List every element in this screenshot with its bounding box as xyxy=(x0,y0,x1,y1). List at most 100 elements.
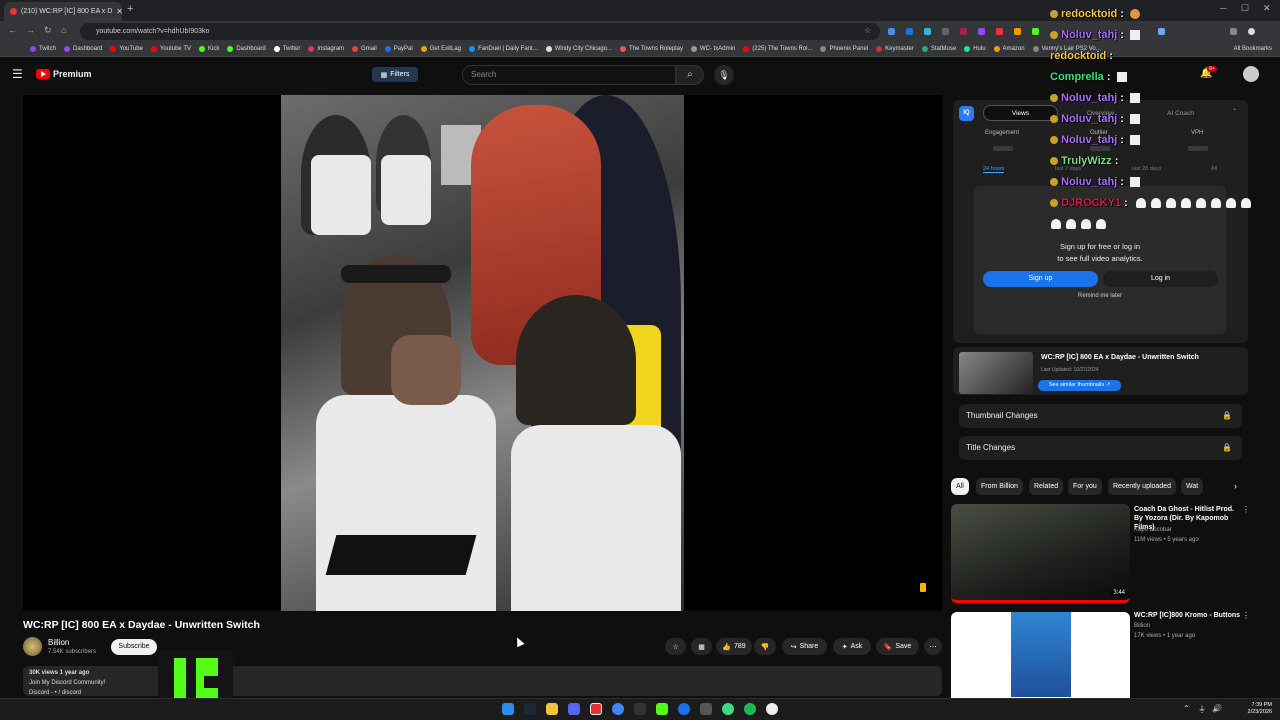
reload-icon[interactable]: ↻ xyxy=(44,25,52,36)
bookmark-item[interactable]: YouTube xyxy=(110,46,143,52)
bookmark-item[interactable]: Twitch xyxy=(30,46,56,52)
channel-avatar[interactable] xyxy=(23,637,42,656)
bookmark-item[interactable]: Kick xyxy=(198,46,219,52)
bookmark-item[interactable]: The Towns Roleplay xyxy=(620,46,683,52)
obs-icon[interactable] xyxy=(766,703,778,715)
chip-watched[interactable]: Wat xyxy=(1181,478,1204,495)
rec-thumbnail[interactable] xyxy=(951,612,1130,711)
all-bookmarks[interactable]: All Bookmarks xyxy=(1234,46,1272,52)
search-button[interactable]: ⌕ xyxy=(676,65,704,85)
chevron-right-icon[interactable]: › xyxy=(1234,481,1237,491)
ask-button[interactable]: ✦ Ask xyxy=(833,638,871,655)
profile-icon[interactable] xyxy=(1158,28,1165,35)
app-icon[interactable] xyxy=(678,703,690,715)
bookmark-item[interactable]: Phoenix Panel xyxy=(820,46,868,52)
hamburger-menu-icon[interactable]: ☰ xyxy=(12,67,23,81)
bookmark-item[interactable]: Instagram xyxy=(308,46,344,52)
minimize-button[interactable]: ─ xyxy=(1220,3,1226,13)
close-tab-icon[interactable]: ✕ xyxy=(116,7,122,16)
bookmark-item[interactable]: Youtube TV xyxy=(150,46,191,52)
bookmark-item[interactable]: Windy City Chicago... xyxy=(545,46,612,52)
rec-more-icon[interactable]: ⋮ xyxy=(1242,611,1250,620)
subscribe-button[interactable]: Subscribe xyxy=(111,639,157,655)
avatar[interactable] xyxy=(1243,66,1259,82)
share-button[interactable]: ↪ Share xyxy=(782,638,827,655)
bookmark-star-icon[interactable]: ☆ xyxy=(864,26,871,35)
remind-later-link[interactable]: Remind me later xyxy=(1040,293,1160,299)
dislike-button[interactable]: 👎 xyxy=(754,638,776,655)
premium-logo-text[interactable]: Premium xyxy=(53,69,92,79)
extension-icon[interactable] xyxy=(906,28,913,35)
bookmark-item[interactable]: FanDuel | Daily Fant... xyxy=(469,46,538,52)
bookmark-item[interactable]: (225) The Towns Rol... xyxy=(743,46,812,52)
file-explorer-icon[interactable] xyxy=(546,703,558,715)
vidiq-tab-views[interactable]: Views xyxy=(983,105,1058,121)
bookmark-item[interactable]: Dashboard xyxy=(64,46,102,52)
filters-button[interactable]: ▦ Filters xyxy=(372,67,418,82)
search-input[interactable]: Search xyxy=(462,65,676,85)
thumbnail-changes-row[interactable]: Thumbnail Changes 🔒 xyxy=(959,404,1242,428)
app-icon[interactable] xyxy=(722,703,734,715)
bookmark-item[interactable]: PayPal xyxy=(384,46,413,52)
video-player[interactable] xyxy=(23,95,942,611)
chip-from-billion[interactable]: From Billion xyxy=(976,478,1023,495)
bookmark-item[interactable]: StatMuse xyxy=(921,46,956,52)
extension-icon[interactable] xyxy=(942,28,949,35)
network-icon[interactable]: ⏚ xyxy=(1198,704,1206,715)
forward-icon[interactable]: → xyxy=(26,25,35,35)
kick-icon[interactable] xyxy=(656,703,668,715)
chip-related[interactable]: Related xyxy=(1029,478,1064,495)
extension-icon[interactable] xyxy=(996,28,1003,35)
app-icon[interactable] xyxy=(590,703,602,715)
bookmark-item[interactable]: Twitter xyxy=(273,46,300,52)
back-icon[interactable]: ← xyxy=(8,25,17,35)
chip-for-you[interactable]: For you xyxy=(1068,478,1102,495)
extension-icon[interactable] xyxy=(924,28,931,35)
bookmark-item[interactable]: Gmail xyxy=(352,46,377,52)
extension-icon[interactable] xyxy=(960,28,967,35)
like-button[interactable]: 👍 789 xyxy=(716,638,752,655)
close-window-button[interactable]: ✕ xyxy=(1263,3,1271,14)
new-tab-button[interactable]: + xyxy=(127,3,133,15)
vidiq-tab-ai-coach[interactable]: AI Coach xyxy=(1143,105,1218,121)
extension-icon[interactable] xyxy=(1014,28,1021,35)
rec-more-icon[interactable]: ⋮ xyxy=(1242,505,1250,514)
collapse-icon[interactable]: ⌃ xyxy=(1232,108,1237,115)
chrome-icon[interactable] xyxy=(612,703,624,715)
more-actions-button[interactable]: ⋯ xyxy=(924,638,942,655)
vidiq-signup-button[interactable]: Sign up xyxy=(983,271,1098,287)
app-icon[interactable] xyxy=(700,703,712,715)
spotify-icon[interactable] xyxy=(744,703,756,715)
bookmark-item[interactable]: Dashboard xyxy=(227,46,266,52)
rec-thumbnail[interactable]: 3:44 xyxy=(951,504,1130,603)
period-28d[interactable]: last 28 days xyxy=(1132,166,1161,172)
bookmark-item[interactable]: Keymaster xyxy=(876,46,914,52)
rec-channel[interactable]: Billion xyxy=(1134,623,1150,629)
rec-channel[interactable]: Kapo Escobar xyxy=(1134,527,1172,533)
chip-all[interactable]: All xyxy=(951,478,969,495)
bookmark-item[interactable]: WC- txAdmin xyxy=(690,46,735,52)
period-24h[interactable]: 24 hours xyxy=(983,166,1005,173)
chip-recently-uploaded[interactable]: Recently uploaded xyxy=(1108,478,1176,495)
rec-title[interactable]: WC:RP [IC]800 Kromo - Buttons xyxy=(1134,611,1244,620)
system-clock[interactable]: 7:39 PM 2/23/2026 xyxy=(1248,702,1272,716)
terminal-icon[interactable] xyxy=(634,703,646,715)
bookmark-item[interactable]: Amazon xyxy=(993,46,1025,52)
channel-name[interactable]: Billion xyxy=(48,638,69,647)
vidiq-login-button[interactable]: Log in xyxy=(1103,271,1218,287)
menu-icon[interactable] xyxy=(1230,28,1237,35)
extension-icon[interactable] xyxy=(1032,28,1039,35)
chrome-avatar[interactable] xyxy=(1248,28,1255,35)
tray-chevron-icon[interactable]: ⌃ xyxy=(1183,704,1190,713)
bookmark-item[interactable]: Get ExitLag xyxy=(420,46,461,52)
start-icon[interactable] xyxy=(502,703,514,715)
star-button[interactable]: ☆ xyxy=(665,638,686,655)
mic-icon[interactable]: 🎙 xyxy=(714,65,734,85)
address-bar[interactable]: youtube.com/watch?v=hdhUbI903ko xyxy=(80,23,880,40)
steam-icon[interactable] xyxy=(524,703,536,715)
title-changes-row[interactable]: Title Changes 🔒 xyxy=(959,436,1242,460)
extension-icon[interactable] xyxy=(888,28,895,35)
bookmark-item[interactable]: Hulu xyxy=(964,46,986,52)
extension-icon[interactable] xyxy=(978,28,985,35)
youtube-logo-icon[interactable] xyxy=(36,69,50,79)
